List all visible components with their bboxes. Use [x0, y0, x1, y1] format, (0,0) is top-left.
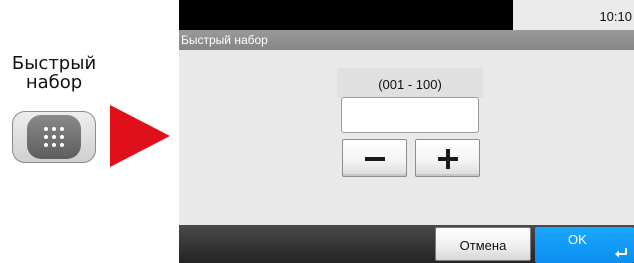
status-time: 10:10: [599, 9, 632, 24]
keypad-icon: [43, 126, 65, 148]
caption-line-2: набор: [25, 72, 83, 93]
increment-button[interactable]: [415, 139, 480, 177]
bottom-action-bar: Отмена OK: [179, 225, 634, 263]
enter-icon: [615, 248, 627, 258]
cancel-label: Отмена: [459, 238, 507, 253]
minus-icon: [365, 157, 385, 161]
status-message-area: [179, 0, 513, 30]
quick-dial-number-input[interactable]: [341, 97, 479, 133]
quick-dial-caption: Быстрый набор: [0, 54, 108, 92]
quick-dial-hardware-key[interactable]: [12, 111, 96, 163]
ok-button[interactable]: OK: [535, 227, 634, 263]
decrement-button[interactable]: [342, 139, 407, 177]
cancel-button[interactable]: Отмена: [435, 227, 531, 261]
range-hint: (001 - 100): [337, 68, 483, 98]
dialog-content: (001 - 100): [179, 50, 634, 225]
screen-title: Быстрый набор: [181, 33, 268, 47]
pointer-arrow-icon: [110, 105, 170, 167]
range-label: (001 - 100): [378, 77, 442, 92]
device-screen: 10:10 Быстрый набор (001 - 100) Отмена O…: [179, 0, 634, 263]
caption-line-1: Быстрый: [11, 53, 97, 74]
title-bar: Быстрый набор: [179, 30, 634, 50]
ok-label: OK: [568, 232, 587, 247]
hardware-key-face: [27, 115, 81, 159]
status-bar: 10:10: [179, 0, 634, 30]
